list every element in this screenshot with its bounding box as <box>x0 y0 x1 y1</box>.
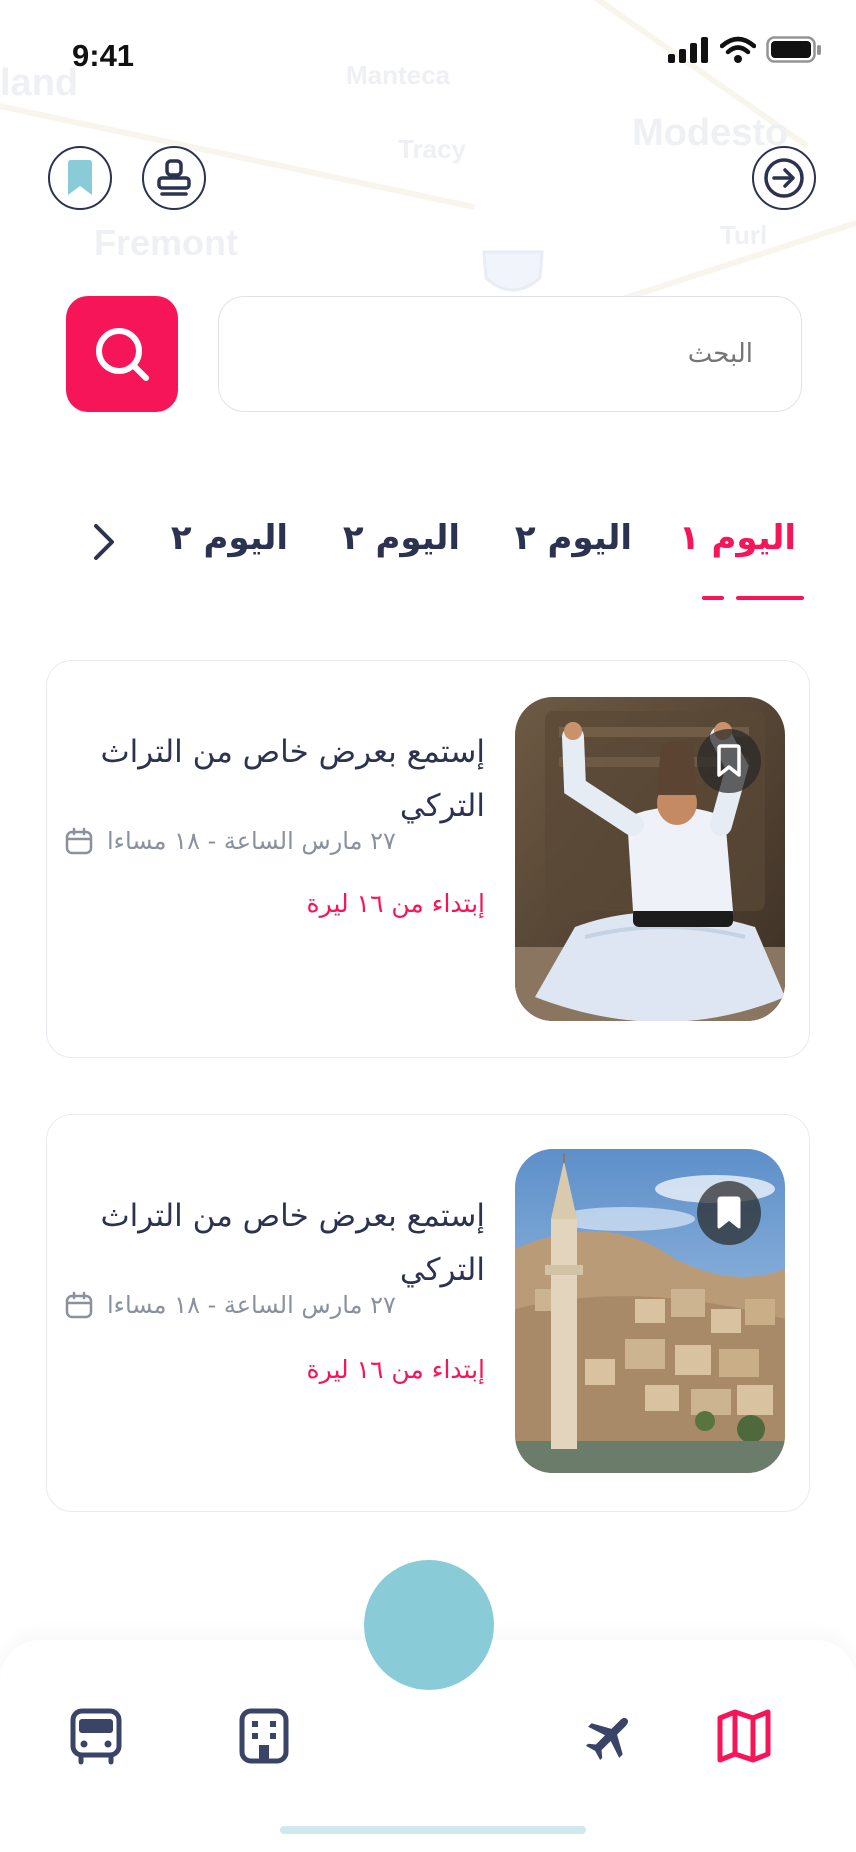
map-label: Modesto <box>632 112 789 154</box>
bookmark-filled-icon <box>717 1196 741 1229</box>
bus-icon <box>70 1708 122 1765</box>
map-label: Fremont <box>94 222 238 263</box>
nav-flights[interactable] <box>578 1704 642 1768</box>
arrow-right-circle-icon <box>764 158 804 198</box>
event-title: إستمع بعرض خاص من التراث التركي <box>100 734 485 824</box>
tabs-next-button[interactable] <box>88 520 124 564</box>
event-image <box>515 697 785 1021</box>
search-input[interactable] <box>218 296 802 412</box>
event-date: ٢٧ مارس الساعة - ١٨ مساءا <box>107 1291 396 1319</box>
map-label: Tracy <box>398 134 466 164</box>
search-icon <box>96 328 149 381</box>
event-card[interactable]: إستمع بعرض خاص من التراث التركي ٢٧ مارس … <box>46 660 810 1058</box>
status-icons <box>668 36 822 64</box>
plane-icon <box>585 1717 629 1761</box>
tab-day-2[interactable]: اليوم ٢ <box>515 518 632 558</box>
event-date-row: ٢٧ مارس الساعة - ١٨ مساءا <box>65 1291 485 1319</box>
map-label: Manteca <box>346 60 451 90</box>
search-button[interactable] <box>66 296 178 412</box>
building-icon <box>239 1708 289 1764</box>
event-date-row: ٢٧ مارس الساعة - ١٨ مساءا <box>65 827 485 855</box>
profile-button[interactable] <box>142 146 206 210</box>
calendar-icon <box>65 1291 93 1319</box>
bookmark-button[interactable] <box>48 146 112 210</box>
nav-map[interactable] <box>712 1704 776 1768</box>
nav-hotels[interactable] <box>232 1704 296 1768</box>
chevron-right-icon <box>94 524 114 560</box>
highway-shield-icon <box>482 250 544 292</box>
battery-icon <box>766 36 821 63</box>
bookmark-outline-icon <box>717 744 741 777</box>
stamp-icon <box>157 159 191 196</box>
map-label: land <box>0 62 79 104</box>
center-action-button[interactable] <box>364 1560 494 1690</box>
event-title: إستمع بعرض خاص من التراث التركي <box>100 1198 485 1288</box>
event-date: ٢٧ مارس الساعة - ١٨ مساءا <box>107 827 396 855</box>
event-price: إبتداء من ١٦ ليرة <box>306 889 485 918</box>
map-background: land Manteca Modesto Tracy Fremont Turl <box>0 0 856 520</box>
event-card[interactable]: إستمع بعرض خاص من التراث التركي ٢٧ مارس … <box>46 1114 810 1512</box>
tab-day-4[interactable]: اليوم ٢ <box>171 518 288 558</box>
bookmark-icon <box>68 160 92 195</box>
tab-day-3[interactable]: اليوم ٢ <box>343 518 460 558</box>
nav-bus[interactable] <box>64 1704 128 1768</box>
tab-underline <box>736 596 804 600</box>
calendar-icon <box>65 827 93 855</box>
signal-icon <box>668 37 708 63</box>
home-indicator <box>280 1826 586 1834</box>
logout-button[interactable] <box>752 146 816 210</box>
save-event-button[interactable] <box>697 1181 761 1245</box>
tab-underline <box>702 596 724 600</box>
tab-day-1[interactable]: اليوم ١ <box>679 518 796 558</box>
wifi-icon <box>720 36 756 63</box>
event-price: إبتداء من ١٦ ليرة <box>306 1355 485 1384</box>
map-icon <box>717 1709 771 1763</box>
save-event-button[interactable] <box>697 729 761 793</box>
status-time: 9:41 <box>72 38 135 73</box>
map-label: Turl <box>720 220 768 250</box>
event-image <box>515 1149 785 1473</box>
